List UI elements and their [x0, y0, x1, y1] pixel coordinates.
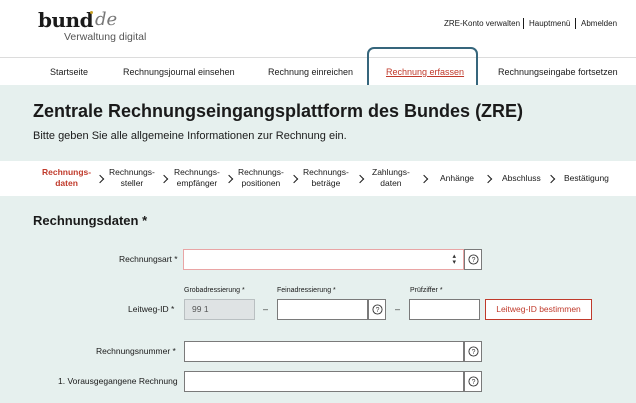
logo-bund[interactable]: bund — [38, 8, 94, 32]
nav-item-rechnung-einreichen[interactable]: Rechnung einreichen — [268, 67, 353, 77]
rechnungsnummer-label: Rechnungsnummer * — [96, 346, 176, 356]
feinadressierung-field[interactable] — [277, 299, 368, 320]
step-label: beträge — [311, 178, 341, 188]
step-rechnungsbetraege[interactable]: Rechnungs-beträge — [303, 167, 349, 189]
step-rechnungssteller[interactable]: Rechnungs-steller — [109, 167, 155, 189]
service-separator — [575, 18, 576, 29]
leitweg-id-label: Leitweg-ID * — [128, 304, 175, 314]
svg-text:?: ? — [472, 257, 476, 264]
step-label: positionen — [241, 178, 281, 188]
rechnungsnummer-field[interactable] — [184, 341, 464, 362]
page: bund de Verwaltung digital ZRE-Konto ver… — [0, 0, 636, 403]
step-zahlungsdaten[interactable]: Zahlungs-daten — [372, 167, 410, 189]
step-rechnungspositionen[interactable]: Rechnungs-positionen — [238, 167, 284, 189]
help-feinadressierung-button[interactable]: ? — [368, 299, 386, 320]
step-label: daten — [380, 178, 402, 188]
grobadressierung-field: 99 1 — [184, 299, 255, 320]
pruefziffer-field[interactable] — [409, 299, 480, 320]
help-circle-icon: ? — [372, 304, 383, 315]
leitweg-dash: – — [263, 304, 269, 314]
help-rechnungsart-button[interactable]: ? — [464, 249, 482, 270]
nav-item-startseite[interactable]: Startseite — [50, 67, 88, 77]
main-nav: Startseite Rechnungsjournal einsehen Rec… — [0, 57, 636, 85]
pruefziffer-label: Prüfziffer * — [410, 287, 443, 294]
logo-dot — [90, 11, 93, 14]
progress-steps: Rechnungs-daten Rechnungs-steller Rechnu… — [0, 161, 636, 196]
nav-item-rechnungsjournal[interactable]: Rechnungsjournal einsehen — [123, 67, 235, 77]
rechnungsart-label: Rechnungsart * — [119, 254, 178, 264]
chevron-right-icon — [419, 174, 429, 184]
step-label: Zahlungs- — [372, 167, 410, 177]
page-subtitle: Bitte geben Sie alle allgemeine Informat… — [33, 130, 347, 142]
header: bund de Verwaltung digital ZRE-Konto ver… — [0, 0, 636, 57]
select-arrows-icon: ▴ ▾ — [452, 253, 456, 266]
step-rechnungsempfaenger[interactable]: Rechnungs-empfänger — [174, 167, 220, 189]
step-label: empfänger — [176, 178, 218, 188]
step-label: Rechnungs- — [174, 167, 220, 177]
nav-item-rechnungseingabe-fortsetzen[interactable]: Rechnungseingabe fortsetzen — [498, 67, 618, 77]
svg-text:?: ? — [376, 307, 380, 314]
step-label: Rechnungs- — [109, 167, 155, 177]
chevron-right-icon — [355, 174, 365, 184]
chevron-right-icon — [224, 174, 234, 184]
chevron-right-icon — [483, 174, 493, 184]
vorausgegangene-rechnung-field[interactable] — [184, 371, 464, 392]
service-separator — [523, 18, 524, 29]
chevron-right-icon — [95, 174, 105, 184]
svg-text:?: ? — [472, 379, 476, 386]
leitweg-dash: – — [395, 304, 401, 314]
hero-band: Zentrale Rechnungseingangsplattform des … — [0, 85, 636, 161]
service-link-abmelden[interactable]: Abmelden — [581, 19, 617, 28]
form-section: Rechnungsdaten * Rechnungsart * ▴ ▾ ? Gro… — [0, 196, 636, 403]
rechnungsart-select[interactable]: ▴ ▾ — [183, 249, 464, 270]
chevron-right-icon — [546, 174, 556, 184]
vorausgegangene-rechnung-label: 1. Vorausgegangene Rechnung — [58, 376, 178, 386]
chevron-right-icon — [289, 174, 299, 184]
page-title: Zentrale Rechnungseingangsplattform des … — [33, 101, 524, 121]
service-link-konto[interactable]: ZRE-Konto verwalten — [444, 19, 520, 28]
grobadressierung-label: Grobadressierung * — [184, 287, 245, 294]
step-bestaetigung[interactable]: Bestätigung — [564, 173, 609, 184]
help-circle-icon: ? — [468, 254, 479, 265]
step-label: Rechnungs- — [303, 167, 349, 177]
help-rechnungsnummer-button[interactable]: ? — [464, 341, 482, 362]
logo-de[interactable]: de — [95, 9, 117, 30]
logo-subtitle: Verwaltung digital — [64, 31, 147, 43]
step-label: steller — [120, 178, 144, 188]
step-label: daten — [55, 178, 78, 188]
step-anhaenge[interactable]: Anhänge — [440, 173, 474, 184]
step-label: Rechnungs- — [42, 167, 92, 177]
svg-text:?: ? — [472, 349, 476, 356]
help-vorausgegangene-button[interactable]: ? — [464, 371, 482, 392]
service-link-hauptmenue[interactable]: Hauptmenü — [529, 19, 570, 28]
section-title: Rechnungsdaten * — [33, 213, 148, 228]
leitweg-id-bestimmen-button[interactable]: Leitweg-ID bestimmen — [485, 299, 592, 320]
chevron-right-icon — [159, 174, 169, 184]
help-circle-icon: ? — [468, 346, 479, 357]
step-label: Rechnungs- — [238, 167, 284, 177]
help-circle-icon: ? — [468, 376, 479, 387]
step-abschluss[interactable]: Abschluss — [502, 173, 541, 184]
step-rechnungsdaten[interactable]: Rechnungs-daten — [42, 167, 91, 189]
feinadressierung-label: Feinadressierung * — [277, 287, 336, 294]
